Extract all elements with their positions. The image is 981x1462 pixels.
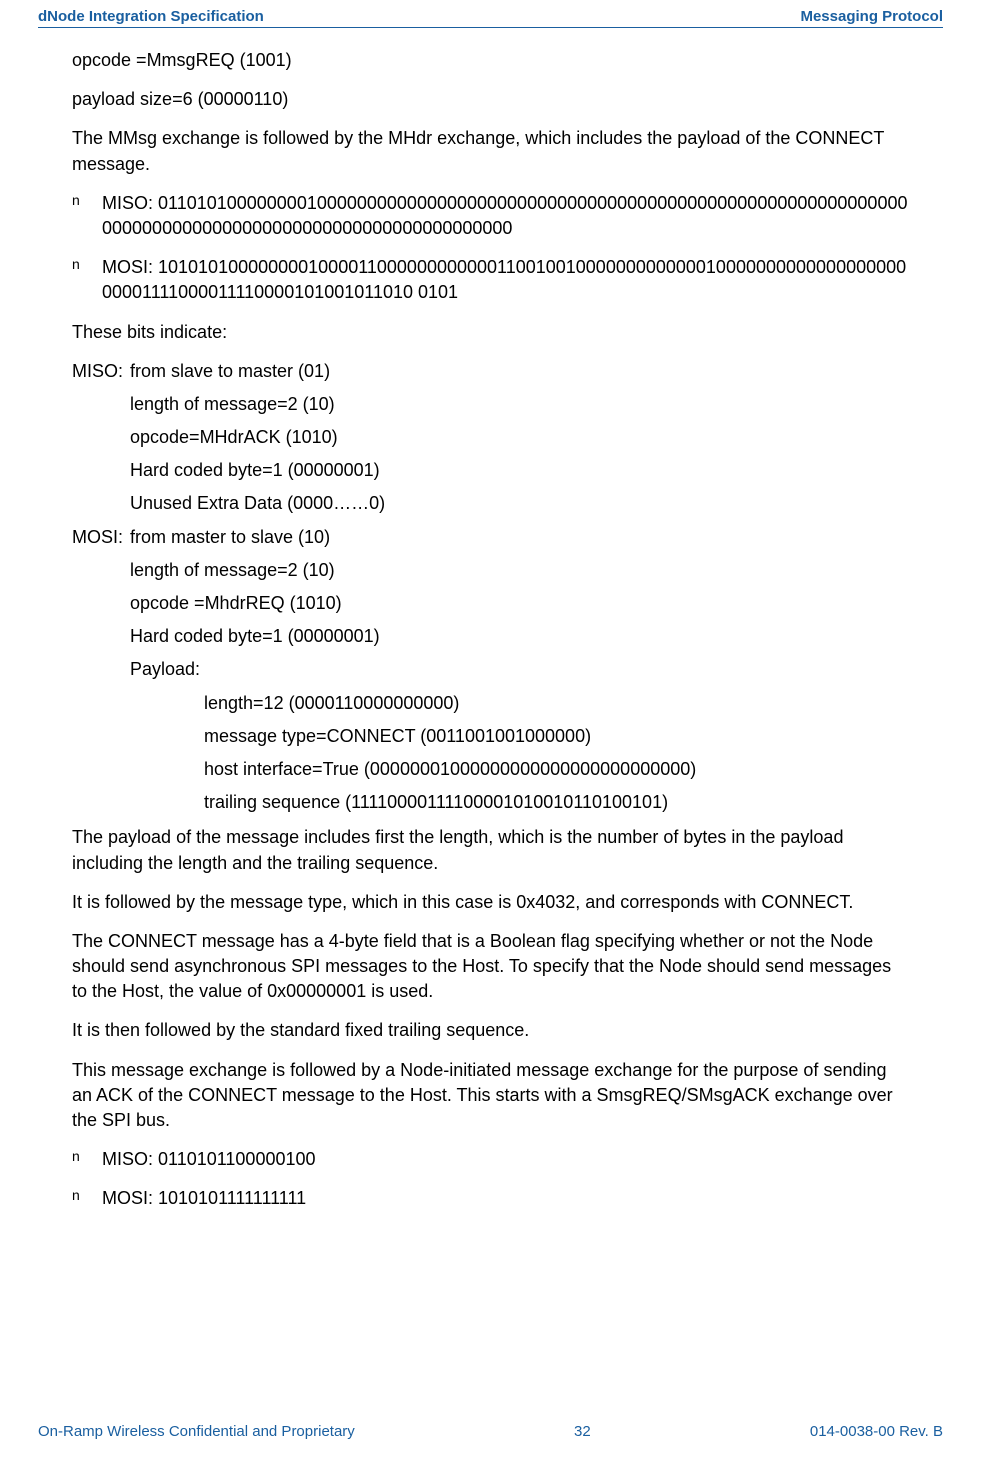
mosi-short-text: MOSI: 1010101111111111 [102, 1186, 911, 1211]
payload-trailing: trailing sequence (111100001111000010100… [204, 790, 911, 815]
opcode-line: opcode =MmsgREQ (1001) [72, 48, 911, 73]
header-rule [38, 27, 943, 28]
payload-msgtype: message type=CONNECT (0011001001000000) [204, 724, 911, 749]
paragraph-connect-flag: The CONNECT message has a 4-byte field t… [72, 929, 911, 1005]
header-right: Messaging Protocol [800, 8, 943, 25]
bullet-marker: n [72, 191, 102, 241]
page-header: dNode Integration Specification Messagin… [0, 0, 981, 27]
paragraph-msgtype: It is followed by the message type, whic… [72, 890, 911, 915]
miso-def: MISO: from slave to master (01) [72, 359, 911, 384]
payload-size-line: payload size=6 (00000110) [72, 87, 911, 112]
payload-length: length=12 (0000110000000000) [204, 691, 911, 716]
mosi-line-2: length of message=2 (10) [130, 558, 911, 583]
mosi-def: MOSI: from master to slave (10) [72, 525, 911, 550]
bullet-marker: n [72, 1147, 102, 1172]
bullet-mosi-short: n MOSI: 1010101111111111 [72, 1186, 911, 1211]
miso-line-1: from slave to master (01) [130, 359, 330, 384]
paragraph-node-initiated: This message exchange is followed by a N… [72, 1058, 911, 1134]
bullet-miso-bits: n MISO: 01101010000000010000000000000000… [72, 191, 911, 241]
page: dNode Integration Specification Messagin… [0, 0, 981, 1462]
mosi-line-3: opcode =MhdrREQ (1010) [130, 591, 911, 616]
miso-line-4: Hard coded byte=1 (00000001) [130, 458, 911, 483]
miso-line-5: Unused Extra Data (0000……0) [130, 491, 911, 516]
mosi-label: MOSI: [72, 525, 130, 550]
mosi-bits-text: MOSI: 1010101000000001000011000000000000… [102, 255, 911, 305]
bullet-marker: n [72, 255, 102, 305]
page-footer: On-Ramp Wireless Confidential and Propri… [0, 1423, 981, 1440]
bullet-marker: n [72, 1186, 102, 1211]
miso-label: MISO: [72, 359, 130, 384]
footer-page-number: 32 [574, 1423, 591, 1440]
bits-indicate-line: These bits indicate: [72, 320, 911, 345]
footer-right: 014-0038-00 Rev. B [810, 1423, 943, 1440]
payload-hostiface: host interface=True (0000000100000000000… [204, 757, 911, 782]
paragraph-mmsg-exchange: The MMsg exchange is followed by the MHd… [72, 126, 911, 176]
mosi-line-5: Payload: [130, 657, 911, 682]
miso-line-2: length of message=2 (10) [130, 392, 911, 417]
miso-bits-text: MISO: 0110101000000001000000000000000000… [102, 191, 911, 241]
header-left: dNode Integration Specification [38, 8, 264, 25]
miso-line-3: opcode=MHdrACK (1010) [130, 425, 911, 450]
paragraph-trailing: It is then followed by the standard fixe… [72, 1018, 911, 1043]
footer-left: On-Ramp Wireless Confidential and Propri… [38, 1423, 355, 1440]
content-area: opcode =MmsgREQ (1001) payload size=6 (0… [0, 48, 981, 1212]
paragraph-payload-length: The payload of the message includes firs… [72, 825, 911, 875]
miso-short-text: MISO: 0110101100000100 [102, 1147, 911, 1172]
mosi-line-4: Hard coded byte=1 (00000001) [130, 624, 911, 649]
bullet-mosi-bits: n MOSI: 10101010000000010000110000000000… [72, 255, 911, 305]
mosi-line-1: from master to slave (10) [130, 525, 330, 550]
bullet-miso-short: n MISO: 0110101100000100 [72, 1147, 911, 1172]
